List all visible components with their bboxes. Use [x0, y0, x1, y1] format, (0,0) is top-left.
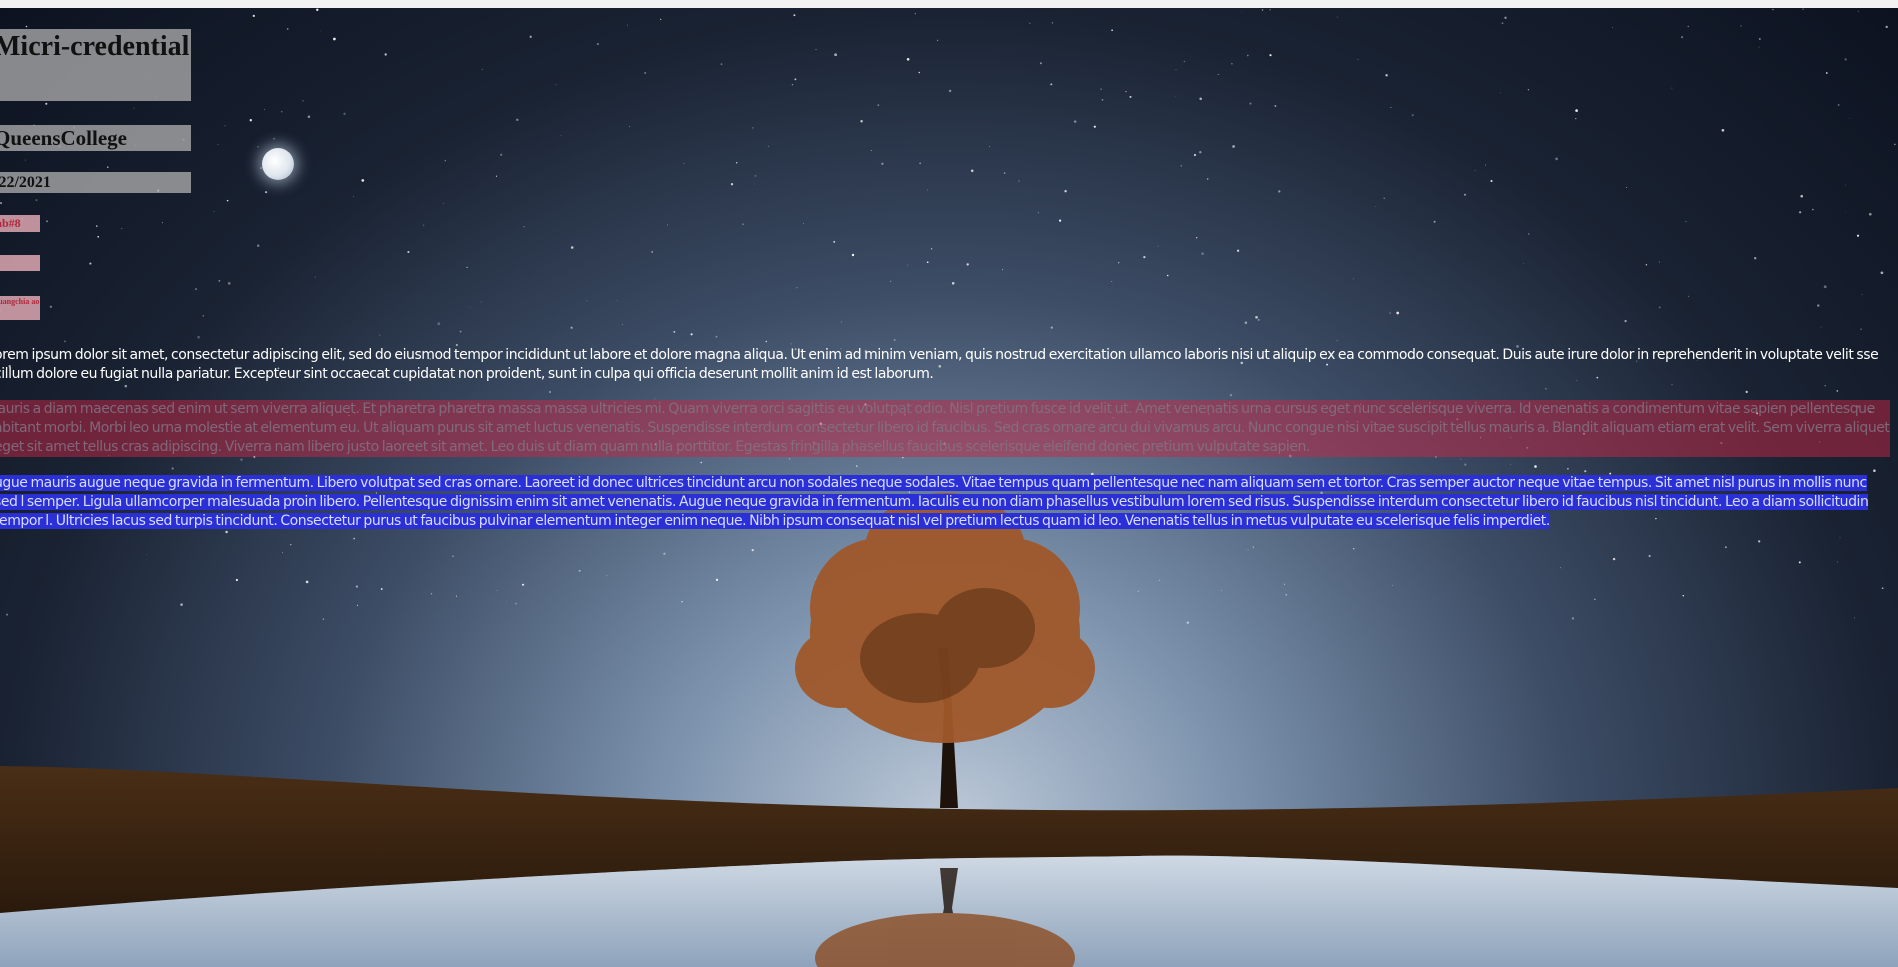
college-name: QueensCollege	[0, 125, 191, 151]
credential-title: Micri-credential	[0, 29, 191, 101]
page: Micri-credential QueensCollege /22/2021 …	[0, 0, 1898, 967]
blue-selected-paragraph: ugue mauris augue neque gravida in ferme…	[0, 474, 1890, 531]
red-highlighted-paragraph: lauris a diam maecenas sed enim ut sem v…	[0, 400, 1890, 457]
selection-highlight: ugue mauris augue neque gravida in ferme…	[0, 475, 1869, 529]
intro-paragraph: orem ipsum dolor sit amet, consectetur a…	[0, 347, 1879, 382]
lab-label: ab#8	[0, 215, 40, 232]
date-label: /22/2021	[0, 172, 191, 193]
author-name: iuangchia ao	[0, 296, 40, 320]
small-label: y	[0, 255, 40, 271]
